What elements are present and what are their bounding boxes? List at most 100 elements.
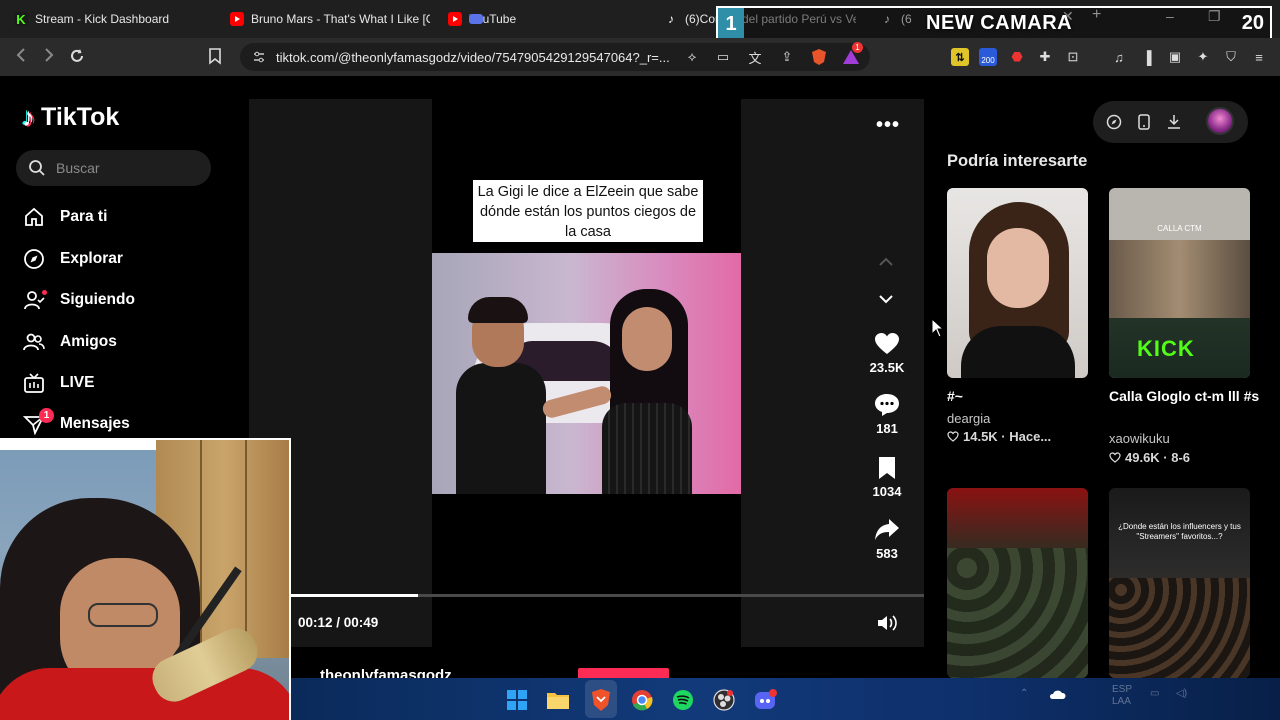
network-icon[interactable]: ▭: [1150, 688, 1159, 699]
streamer-sweater-shape: [0, 668, 291, 720]
nav-label: Para ti: [60, 208, 108, 225]
video-progress-bar[interactable]: [291, 594, 924, 597]
nav-item-amigos[interactable]: Amigos: [22, 327, 117, 357]
nav-item-para-ti[interactable]: Para ti: [22, 202, 107, 232]
tiktok-logo[interactable]: ♪ TikTok: [22, 102, 119, 133]
back-button[interactable]: [14, 47, 28, 68]
cabinet-line: [245, 438, 247, 658]
save-button[interactable]: 1034: [860, 456, 914, 499]
creator-tools-icon[interactable]: [1105, 113, 1123, 131]
extension-icon-b[interactable]: 200: [979, 48, 997, 66]
suggestion-title-1[interactable]: #~: [947, 388, 1092, 404]
sidebar-icon[interactable]: ▐: [1138, 48, 1156, 66]
download-icon[interactable]: [1165, 113, 1183, 131]
thumb-body-shape: [961, 326, 1075, 378]
search-box[interactable]: [16, 150, 211, 186]
nav-item-siguiendo[interactable]: Siguiendo: [22, 285, 135, 315]
translate-icon[interactable]: 文: [746, 48, 764, 66]
tab-tiktok-1[interactable]: ♪ (6)Cor: [664, 6, 720, 32]
profile-avatar[interactable]: [1206, 107, 1234, 135]
tray-language[interactable]: ESP LAA: [1112, 684, 1132, 708]
sound-icon[interactable]: ◁): [1176, 688, 1187, 699]
suggestion-thumbnail-4[interactable]: ¿Donde están los influencers y tus "Stre…: [1109, 488, 1250, 678]
obs-icon[interactable]: [712, 688, 736, 712]
person-left-body: [456, 363, 546, 494]
tab-youtube[interactable]: YouTube: [448, 6, 648, 32]
file-explorer-icon[interactable]: [546, 688, 570, 712]
nav-item-explorar[interactable]: Explorar: [22, 244, 123, 274]
chrome-icon[interactable]: [630, 688, 654, 712]
nav-item-mensajes[interactable]: 1 Mensajes: [22, 408, 130, 439]
windows-start-icon[interactable]: [505, 688, 529, 712]
heart-outline-icon: [1109, 452, 1121, 463]
forward-button[interactable]: [42, 47, 56, 68]
brave-browser-icon[interactable]: [589, 688, 613, 712]
next-video-chevron-icon[interactable]: [876, 289, 896, 309]
suggestion-thumbnail-2[interactable]: CALLA CTM KICK: [1109, 188, 1250, 378]
brave-shields-icon[interactable]: [810, 48, 828, 66]
menu-icon[interactable]: ≡: [1250, 48, 1268, 66]
person-left-hair: [468, 297, 528, 323]
vpn-icon[interactable]: ⛉: [1222, 48, 1240, 66]
overlay-count: 20: [1241, 12, 1264, 34]
streamer-glasses-shape: [88, 603, 158, 627]
heart-icon: [875, 333, 899, 354]
comment-icon: [875, 394, 899, 416]
discord-icon[interactable]: [754, 688, 778, 712]
reader-mode-icon[interactable]: ⟡: [683, 48, 701, 66]
thumb-caption: ¿Donde están los influencers y tus "Stre…: [1118, 522, 1241, 541]
previous-video-chevron-icon[interactable]: [876, 252, 896, 272]
overlay-number: 1: [718, 8, 744, 40]
heart-outline-icon: [947, 431, 959, 442]
suggestion-thumbnail-1[interactable]: [947, 188, 1088, 378]
nav-item-live[interactable]: LIVE: [22, 368, 94, 398]
bookmark-icon[interactable]: [208, 47, 222, 70]
extensions-icon[interactable]: ✚: [1036, 48, 1054, 66]
reload-button[interactable]: [68, 47, 86, 70]
video-image: [432, 253, 741, 494]
suggestion-user-2[interactable]: xaowikuku: [1109, 431, 1170, 446]
tab-bruno-mars[interactable]: Bruno Mars - That's What I Like [O: [230, 6, 430, 32]
site-settings-icon[interactable]: [252, 50, 266, 64]
suggestion-title-2[interactable]: Calla Gloglo ct-m lll #sylvee #sylveeedi…: [1109, 388, 1259, 404]
tab-kick-dashboard[interactable]: K Stream - Kick Dashboard: [14, 6, 214, 32]
extension-icon-a[interactable]: ⇅: [951, 48, 969, 66]
stream-camera-overlay: 1 NEW CAMARA 20: [716, 6, 1272, 42]
cast-icon[interactable]: ▭: [714, 48, 732, 66]
person-right-body: [602, 403, 692, 494]
video-time: 00:12 / 00:49: [298, 615, 379, 630]
suggestion-user-1[interactable]: deargia: [947, 411, 990, 426]
tray-language-code: ESP: [1112, 684, 1133, 695]
leo-icon[interactable]: ✦: [1194, 48, 1212, 66]
share-count: 583: [876, 546, 898, 561]
brave-rewards-icon[interactable]: 1: [842, 42, 863, 66]
compass-icon: [22, 247, 46, 271]
share-icon[interactable]: ⇪: [778, 48, 796, 66]
suggestions-title: Podría interesarte: [947, 152, 1088, 170]
address-bar[interactable]: tiktok.com/@theonlyfamasgodz/video/75479…: [240, 43, 870, 71]
more-options-icon[interactable]: •••: [876, 114, 900, 137]
thumb-scene-shape: [947, 548, 1088, 678]
tab-icon: [469, 14, 484, 24]
screenshot-icon[interactable]: ⊡: [1064, 48, 1082, 66]
search-icon: [29, 160, 45, 176]
share-button[interactable]: 583: [860, 518, 914, 561]
comment-button[interactable]: 181: [860, 393, 914, 436]
spotify-icon[interactable]: [671, 688, 695, 712]
kick-icon: K: [14, 12, 28, 27]
webcam-feed: [0, 438, 291, 720]
onedrive-icon[interactable]: [1048, 688, 1066, 703]
save-count: 1034: [872, 484, 902, 499]
tab-label: (6)Cor: [685, 12, 720, 26]
suggestion-thumbnail-3[interactable]: [947, 488, 1088, 678]
tiktok-icon: ♪: [22, 102, 35, 132]
search-input[interactable]: [56, 160, 206, 176]
tray-chevron-icon[interactable]: ⌃: [1020, 688, 1028, 699]
suggestion-meta-1: 14.5K · Hace...: [947, 429, 1051, 444]
media-icon[interactable]: ♫: [1110, 48, 1128, 66]
volume-icon[interactable]: [876, 613, 898, 633]
wallet-icon[interactable]: ▣: [1166, 48, 1184, 66]
like-button[interactable]: 23.5K: [860, 332, 914, 375]
extension-icon-c[interactable]: ⬣: [1008, 48, 1026, 66]
get-app-icon[interactable]: [1135, 113, 1153, 131]
